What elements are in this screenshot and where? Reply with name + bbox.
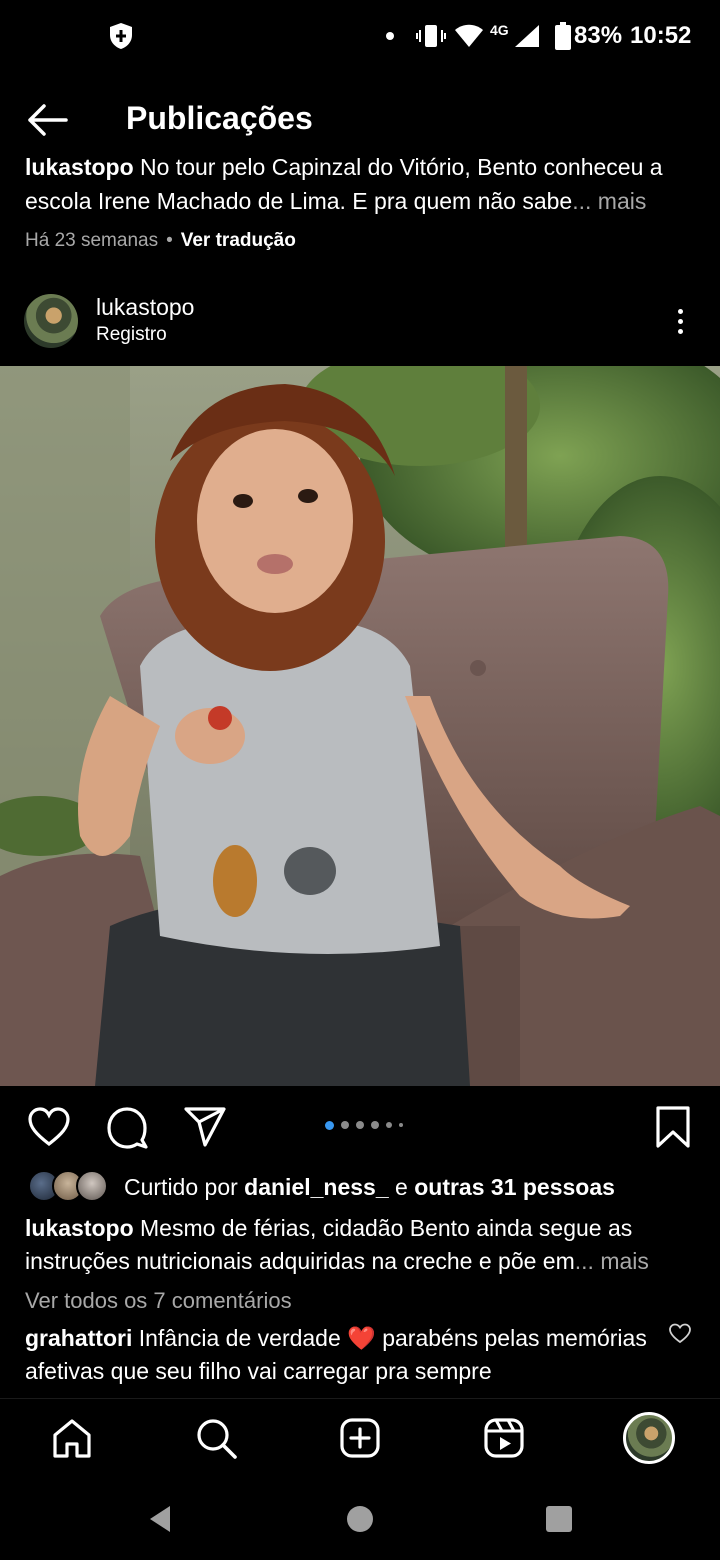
previous-post-meta: Há 23 semanas • Ver tradução (25, 230, 296, 252)
wifi-icon (455, 24, 483, 47)
previous-post-username[interactable]: lukastopo (25, 154, 134, 180)
comment-icon[interactable] (104, 1104, 150, 1150)
meta-separator: • (166, 230, 173, 251)
likes-conjunction: e (388, 1174, 415, 1200)
clock: 10:52 (630, 22, 692, 49)
nav-search[interactable] (191, 1413, 241, 1463)
post-actions (0, 1100, 720, 1156)
status-bar: 4G 83% 10:52 (0, 0, 720, 72)
comment-like-heart-icon[interactable] (668, 1322, 692, 1344)
likes-others-count[interactable]: outras 31 pessoas (414, 1174, 615, 1200)
post-caption[interactable]: lukastopo Mesmo de férias, cidadão Bento… (25, 1212, 695, 1278)
page-title: Publicações (126, 100, 313, 136)
system-navigation-bar (0, 1480, 720, 1560)
comment-text-start: Infância de verdade (132, 1325, 348, 1351)
caption-more-link[interactable]: ... mais (575, 1248, 649, 1274)
back-arrow-icon[interactable] (24, 100, 72, 140)
caption-username[interactable]: lukastopo (25, 1215, 134, 1241)
instagram-posts-screen: 4G 83% 10:52 lukastopo No tour pelo Capi… (0, 0, 720, 1560)
signal-icon (515, 25, 539, 47)
carousel-indicator (325, 1120, 410, 1130)
carousel-dot (325, 1120, 334, 1130)
nav-reels[interactable] (479, 1413, 529, 1463)
battery-icon (555, 22, 571, 50)
carousel-dot (341, 1121, 349, 1129)
carousel-dot (356, 1121, 364, 1129)
notification-dot-icon (386, 32, 394, 40)
share-send-icon[interactable] (182, 1104, 228, 1150)
vibrate-icon (416, 25, 446, 47)
liker-avatar (76, 1170, 108, 1202)
child-on-armchair-image (0, 366, 720, 1086)
like-heart-icon[interactable] (26, 1104, 72, 1150)
post-location[interactable]: Registro (96, 324, 167, 346)
likes-row[interactable]: Curtido por daniel_ness_ e outras 31 pes… (0, 1168, 720, 1206)
liker-username[interactable]: daniel_ness_ (244, 1174, 388, 1200)
post-author-username[interactable]: lukastopo (96, 294, 194, 321)
shield-icon (110, 23, 132, 49)
view-all-comments-link[interactable]: Ver todos os 7 comentários (25, 1288, 292, 1314)
comment-preview[interactable]: grahattori Infância de verdade ❤️ parabé… (25, 1322, 655, 1388)
reels-icon (484, 1418, 524, 1458)
previous-post-time: Há 23 semanas (25, 230, 159, 251)
save-bookmark-icon[interactable] (650, 1104, 696, 1150)
network-type-label: 4G (490, 22, 509, 38)
top-app-bar: Publicações (0, 86, 720, 154)
likes-summary[interactable]: Curtido por daniel_ness_ e outras 31 pes… (124, 1174, 615, 1201)
translate-link[interactable]: Ver tradução (181, 230, 296, 251)
carousel-dot (386, 1122, 392, 1128)
system-home-icon[interactable] (347, 1506, 373, 1532)
nav-home[interactable] (47, 1413, 97, 1463)
post-photo[interactable] (0, 366, 720, 1086)
system-recents-icon[interactable] (546, 1506, 572, 1532)
post-header: lukastopo Registro (0, 288, 720, 360)
profile-avatar (623, 1412, 675, 1464)
carousel-dot (371, 1121, 379, 1129)
bottom-navigation (0, 1398, 720, 1480)
carousel-dot (399, 1123, 403, 1127)
post-author-avatar[interactable] (24, 294, 78, 348)
comment-username[interactable]: grahattori (25, 1325, 132, 1351)
battery-percent: 83% (574, 22, 623, 49)
nav-create[interactable] (335, 1413, 385, 1463)
home-icon (53, 1419, 91, 1458)
search-icon (197, 1419, 237, 1459)
previous-post-more-link[interactable]: ... mais (572, 188, 646, 214)
heart-emoji: ❤️ (347, 1325, 376, 1351)
create-post-icon (340, 1418, 380, 1458)
more-options-icon[interactable] (668, 306, 692, 340)
previous-post-caption[interactable]: lukastopo No tour pelo Capinzal do Vitór… (25, 150, 695, 218)
nav-profile[interactable] (622, 1411, 676, 1465)
system-back-icon[interactable] (146, 1504, 174, 1534)
likes-prefix: Curtido por (124, 1174, 245, 1200)
